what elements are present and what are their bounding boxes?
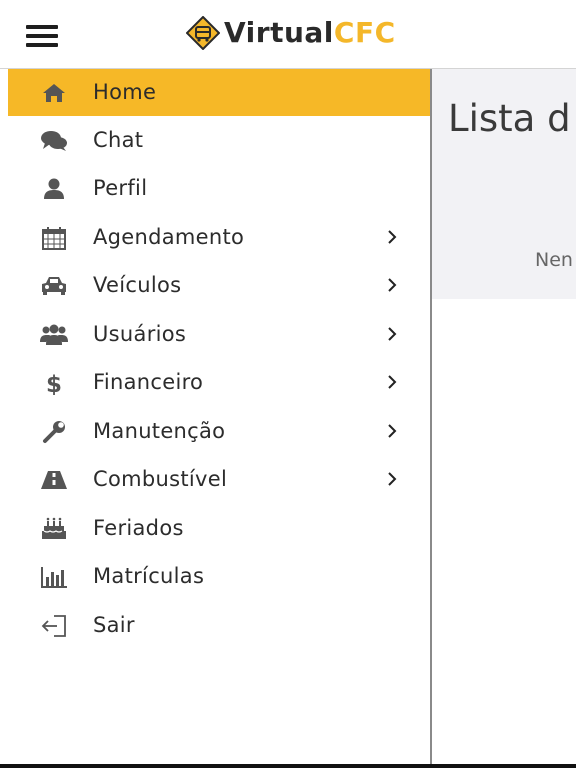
wrench-icon (38, 420, 70, 444)
chevron-right-icon (385, 276, 401, 294)
chevron-right-icon (385, 373, 401, 391)
hamburger-icon[interactable] (26, 25, 58, 47)
sidebar-item-manutencao[interactable]: Manutenção (8, 408, 430, 455)
app-header: VirtualCFC (0, 0, 576, 69)
cake-icon (38, 517, 70, 541)
sidebar-item-label: Matrículas (93, 564, 205, 588)
svg-text:$: $ (46, 372, 62, 395)
sign-out-icon (38, 614, 70, 638)
sidebar-item-home[interactable]: Home (8, 69, 430, 116)
sidebar-item-combustivel[interactable]: Combustível (8, 456, 430, 503)
sidebar-item-agendamento[interactable]: Agendamento (8, 214, 430, 261)
sidebar-item-label: Home (93, 80, 157, 104)
sidebar-item-label: Manutenção (93, 419, 226, 443)
calendar-icon (38, 226, 70, 250)
content-panel: Lista d Nen (432, 69, 576, 299)
users-icon (38, 323, 70, 347)
bar-chart-icon (38, 565, 70, 589)
logo-badge-icon (186, 16, 220, 50)
bottom-edge (0, 764, 576, 768)
sidebar-item-label: Usuários (93, 322, 187, 346)
sidebar-item-perfil[interactable]: Perfil (8, 165, 430, 212)
sidebar-item-usuarios[interactable]: Usuários (8, 311, 430, 358)
sidebar-item-label: Chat (93, 128, 144, 152)
chat-icon (38, 129, 70, 153)
main-content: Lista d Nen (432, 69, 576, 768)
empty-message: Nen (535, 249, 573, 271)
sidebar-item-veiculos[interactable]: Veículos (8, 262, 430, 309)
user-icon (38, 177, 70, 201)
app-logo[interactable]: VirtualCFC (186, 16, 396, 50)
chevron-right-icon (385, 325, 401, 343)
sidebar-item-label: Feriados (93, 516, 184, 540)
chevron-right-icon (385, 470, 401, 488)
sidebar-item-label: Sair (93, 613, 135, 637)
sidebar-item-label: Financeiro (93, 370, 204, 394)
sidebar-item-sair[interactable]: Sair (8, 602, 430, 649)
car-icon (38, 274, 70, 298)
sidebar-item-label: Veículos (93, 273, 182, 297)
chevron-right-icon (385, 422, 401, 440)
sidebar-menu: Home Chat Perfil Agendamento Veículos Us… (0, 69, 430, 768)
dollar-icon: $ (38, 371, 70, 395)
page-title: Lista d (448, 97, 571, 140)
sidebar-item-matriculas[interactable]: Matrículas (8, 553, 430, 600)
sidebar-item-label: Agendamento (93, 225, 245, 249)
logo-text: VirtualCFC (224, 16, 396, 49)
sidebar-item-chat[interactable]: Chat (8, 117, 430, 164)
sidebar-item-feriados[interactable]: Feriados (8, 505, 430, 552)
chevron-right-icon (385, 228, 401, 246)
sidebar-item-financeiro[interactable]: $ Financeiro (8, 359, 430, 406)
road-icon (38, 468, 70, 492)
home-icon (38, 81, 70, 105)
sidebar-item-label: Perfil (93, 176, 148, 200)
sidebar-item-label: Combustível (93, 467, 228, 491)
